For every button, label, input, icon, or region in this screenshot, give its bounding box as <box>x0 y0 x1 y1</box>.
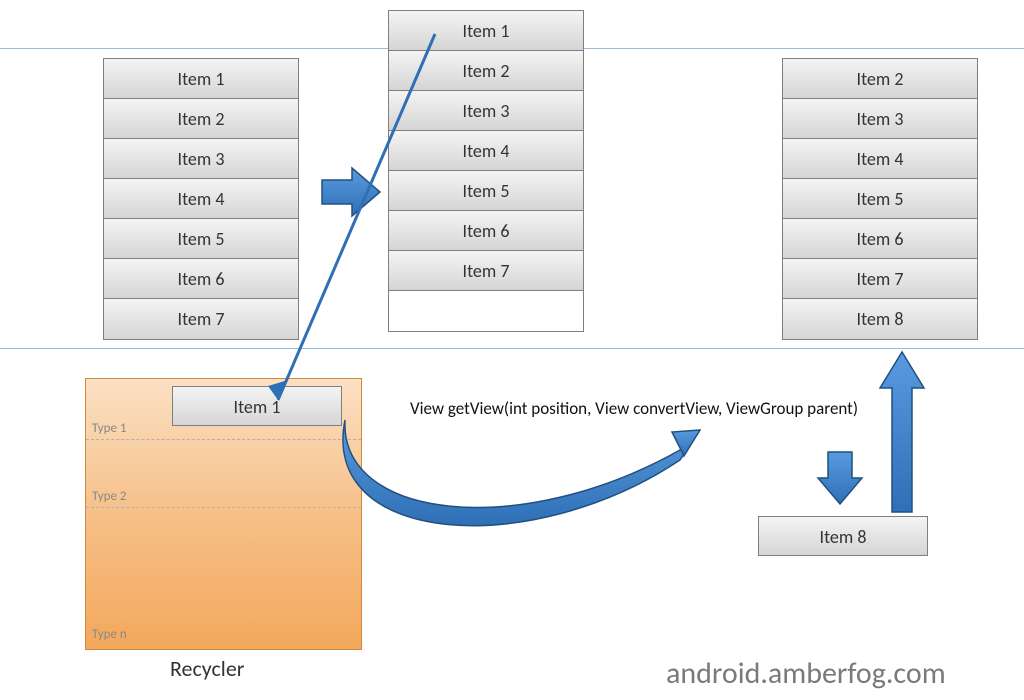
list-item: Item 3 <box>104 139 298 179</box>
getview-signature: View getView(int position, View convertV… <box>410 398 858 419</box>
list-item: Item 2 <box>389 51 583 91</box>
list-item: Item 8 <box>783 299 977 339</box>
list-item: Item 6 <box>783 219 977 259</box>
list-item: Item 6 <box>104 259 298 299</box>
recycler-type-label: Type 1 <box>92 421 126 436</box>
list-item: Item 5 <box>389 171 583 211</box>
list-empty-slot <box>389 291 583 331</box>
arrow-up-icon <box>880 352 924 512</box>
list-item: Item 7 <box>104 299 298 339</box>
recycler-type-label: Type n <box>92 627 127 642</box>
arrow-right-icon <box>322 168 380 216</box>
recycler-caption: Recycler <box>170 655 244 682</box>
list-item: Item 5 <box>783 179 977 219</box>
list-item: Item 1 <box>389 11 583 51</box>
list-item: Item 2 <box>783 59 977 99</box>
list-item: Item 3 <box>389 91 583 131</box>
list-item: Item 5 <box>104 219 298 259</box>
new-item: Item 8 <box>758 516 928 556</box>
list-item: Item 3 <box>783 99 977 139</box>
recycler-divider <box>86 439 361 440</box>
list-after: Item 2 Item 3 Item 4 Item 5 Item 6 Item … <box>782 58 978 340</box>
list-item: Item 1 <box>104 59 298 99</box>
viewport-bottom-line <box>0 348 1024 349</box>
list-item: Item 4 <box>104 179 298 219</box>
recycler-type-label: Type 2 <box>92 489 126 504</box>
attribution: android.amberfog.com <box>666 655 946 692</box>
recycler-divider <box>86 507 361 508</box>
list-item: Item 4 <box>783 139 977 179</box>
list-item: Item 2 <box>104 99 298 139</box>
list-item: Item 4 <box>389 131 583 171</box>
arrow-down-icon <box>818 452 862 504</box>
list-item: Item 6 <box>389 211 583 251</box>
list-before: Item 1 Item 2 Item 3 Item 4 Item 5 Item … <box>103 58 299 340</box>
list-scrolling: Item 1 Item 2 Item 3 Item 4 Item 5 Item … <box>388 10 584 332</box>
list-item: Item 7 <box>389 251 583 291</box>
diagram-stage: Item 1 Item 2 Item 3 Item 4 Item 5 Item … <box>0 0 1024 700</box>
recycled-item: Item 1 <box>172 386 342 426</box>
arrow-swoosh-icon <box>343 420 700 526</box>
list-item: Item 7 <box>783 259 977 299</box>
